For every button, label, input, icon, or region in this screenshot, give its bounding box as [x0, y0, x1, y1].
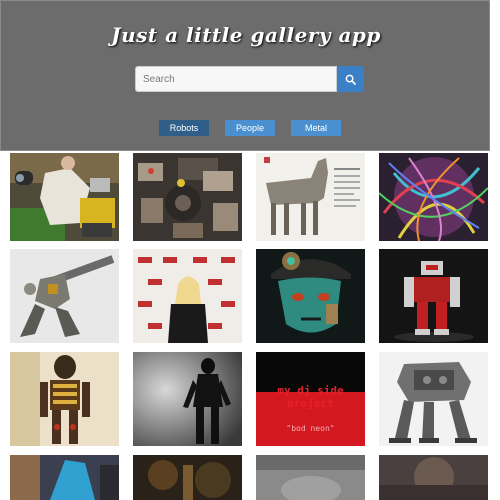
gallery-tile-mech-walker[interactable]: [379, 352, 488, 446]
gallery-tile-partial-4[interactable]: [379, 455, 488, 500]
convention-person-image: [133, 249, 242, 343]
search-icon: [345, 74, 356, 85]
gallery-tile-robot-horse[interactable]: [256, 153, 365, 241]
gallery-tile-robot-gear[interactable]: [133, 153, 242, 241]
red-robot-image: [379, 249, 488, 343]
mech-walker-image: [379, 352, 488, 446]
search-input[interactable]: [135, 66, 337, 92]
side-project-subline: "bod neon": [286, 424, 335, 433]
gallery-grid: my dj side project "bod neon": [0, 151, 500, 500]
wire-sphere-image: [379, 153, 488, 241]
tag-robots[interactable]: Robots: [159, 120, 209, 136]
tag-metal[interactable]: Metal: [291, 120, 341, 136]
gallery-tile-convention-person[interactable]: [133, 249, 242, 343]
gallery-tile-robot-silhouette[interactable]: [133, 352, 242, 446]
header: Just a little gallery app Robots People …: [0, 0, 490, 151]
gallery-tile-robot-walle[interactable]: [10, 153, 119, 241]
partial-gray-image: [256, 455, 365, 500]
gallery-tile-wire-sphere[interactable]: [379, 153, 488, 241]
robot-gear-image: [133, 153, 242, 241]
gallery-tile-robot-mech[interactable]: [10, 249, 119, 343]
partial-dim-image: [379, 455, 488, 500]
gallery-tile-red-robot[interactable]: [379, 249, 488, 343]
gallery-tile-steampunk-face[interactable]: [256, 249, 365, 343]
gallery-tile-partial-1[interactable]: [10, 455, 119, 500]
side-project-headline: my dj side project: [277, 384, 344, 410]
steampunk-face-image: [256, 249, 365, 343]
partial-blue-image: [10, 455, 119, 500]
robot-walle-image: [10, 153, 119, 241]
gallery-tile-partial-3[interactable]: [256, 455, 365, 500]
search-bar: [135, 66, 364, 92]
gallery-tile-humanoid-skeleton[interactable]: [10, 352, 119, 446]
tag-filter-bar: Robots People Metal: [1, 120, 491, 136]
humanoid-skeleton-image: [10, 352, 119, 446]
robot-mech-image: [10, 249, 119, 343]
partial-dark-image: [133, 455, 242, 500]
robot-silhouette-image: [133, 352, 242, 446]
robot-horse-image: [256, 153, 365, 241]
gallery-tile-side-project[interactable]: my dj side project "bod neon": [256, 352, 365, 446]
gallery-tile-partial-2[interactable]: [133, 455, 242, 500]
search-button[interactable]: [337, 66, 364, 92]
app-title: Just a little gallery app: [111, 23, 381, 47]
tag-people[interactable]: People: [225, 120, 275, 136]
